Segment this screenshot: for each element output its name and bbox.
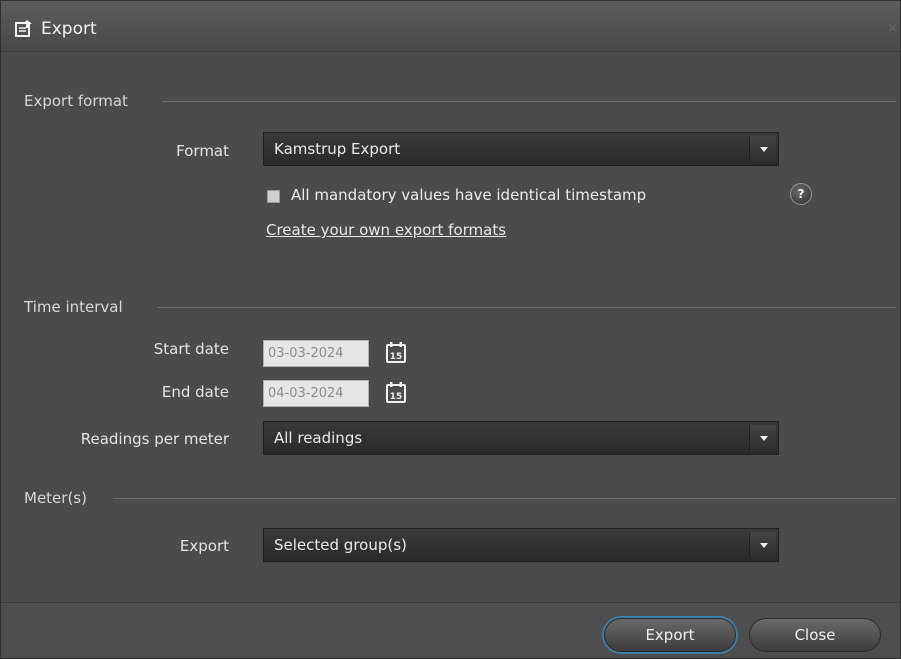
create-export-formats-link[interactable]: Create your own export formats xyxy=(266,221,506,239)
export-dialog: Export × Export format Format Kamstrup E… xyxy=(0,0,901,659)
help-icon[interactable]: ? xyxy=(790,183,812,205)
format-dropdown[interactable]: Kamstrup Export xyxy=(263,132,779,166)
readings-selected-value: All readings xyxy=(274,429,363,447)
identical-timestamp-label[interactable]: All mandatory values have identical time… xyxy=(291,186,646,204)
readings-per-meter-label: Readings per meter xyxy=(80,430,229,448)
calendar-icon[interactable]: 15 xyxy=(384,380,408,404)
section-divider xyxy=(162,101,896,102)
dialog-title: Export xyxy=(41,19,97,39)
start-date-input[interactable] xyxy=(263,340,369,367)
section-time-interval: Time interval xyxy=(24,298,123,316)
chevron-down-icon[interactable] xyxy=(749,136,776,162)
start-date-label: Start date xyxy=(153,340,229,358)
title-bar[interactable]: Export × xyxy=(1,1,900,52)
meters-selected-value: Selected group(s) xyxy=(274,536,407,554)
section-divider xyxy=(157,307,896,308)
export-icon xyxy=(15,20,32,37)
close-icon[interactable]: × xyxy=(887,21,898,36)
identical-timestamp-checkbox[interactable] xyxy=(267,190,280,203)
export-button[interactable]: Export xyxy=(604,618,736,652)
chevron-down-icon[interactable] xyxy=(749,425,776,451)
end-date-label: End date xyxy=(161,383,229,401)
readings-per-meter-dropdown[interactable]: All readings xyxy=(263,421,779,455)
chevron-down-icon[interactable] xyxy=(749,532,776,558)
calendar-icon[interactable]: 15 xyxy=(384,340,408,364)
svg-text:15: 15 xyxy=(390,392,403,402)
section-divider xyxy=(113,498,896,499)
format-label: Format xyxy=(176,142,229,160)
svg-text:15: 15 xyxy=(390,352,403,362)
section-export-format: Export format xyxy=(24,92,128,110)
end-date-input[interactable] xyxy=(263,380,369,407)
meters-export-dropdown[interactable]: Selected group(s) xyxy=(263,528,779,562)
format-selected-value: Kamstrup Export xyxy=(274,140,401,158)
section-meters: Meter(s) xyxy=(24,489,87,507)
meters-export-label: Export xyxy=(179,537,229,555)
close-button[interactable]: Close xyxy=(749,618,881,652)
